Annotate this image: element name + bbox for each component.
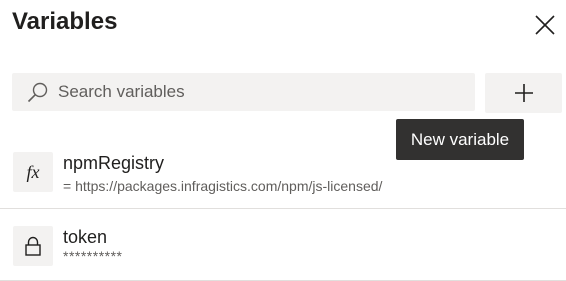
search-box[interactable]: [12, 73, 475, 111]
close-icon: [535, 15, 555, 35]
variable-name: npmRegistry: [63, 153, 165, 173]
fx-icon: fx: [13, 152, 53, 192]
variable-name: token: [63, 227, 108, 247]
lock-glyph: [25, 236, 41, 256]
panel-title: Variables: [12, 8, 118, 35]
search-icon: [27, 82, 48, 103]
plus-icon: [514, 84, 533, 102]
variable-row-npmRegistry[interactable]: fx npmRegistry = https://packages.infrag…: [0, 145, 566, 208]
lock-icon: [13, 226, 53, 266]
new-variable-button[interactable]: [485, 73, 562, 113]
fx-icon-text: fx: [26, 161, 40, 182]
variable-row-token[interactable]: token **********: [0, 209, 566, 280]
variable-value: = https://packages.infragistics.com/npm/…: [63, 178, 383, 194]
search-input[interactable]: [58, 73, 468, 111]
variables-panel: Variables New variable fx npmRegistry = …: [0, 0, 566, 281]
close-button[interactable]: [530, 10, 560, 40]
variable-secret-value: **********: [63, 248, 123, 264]
